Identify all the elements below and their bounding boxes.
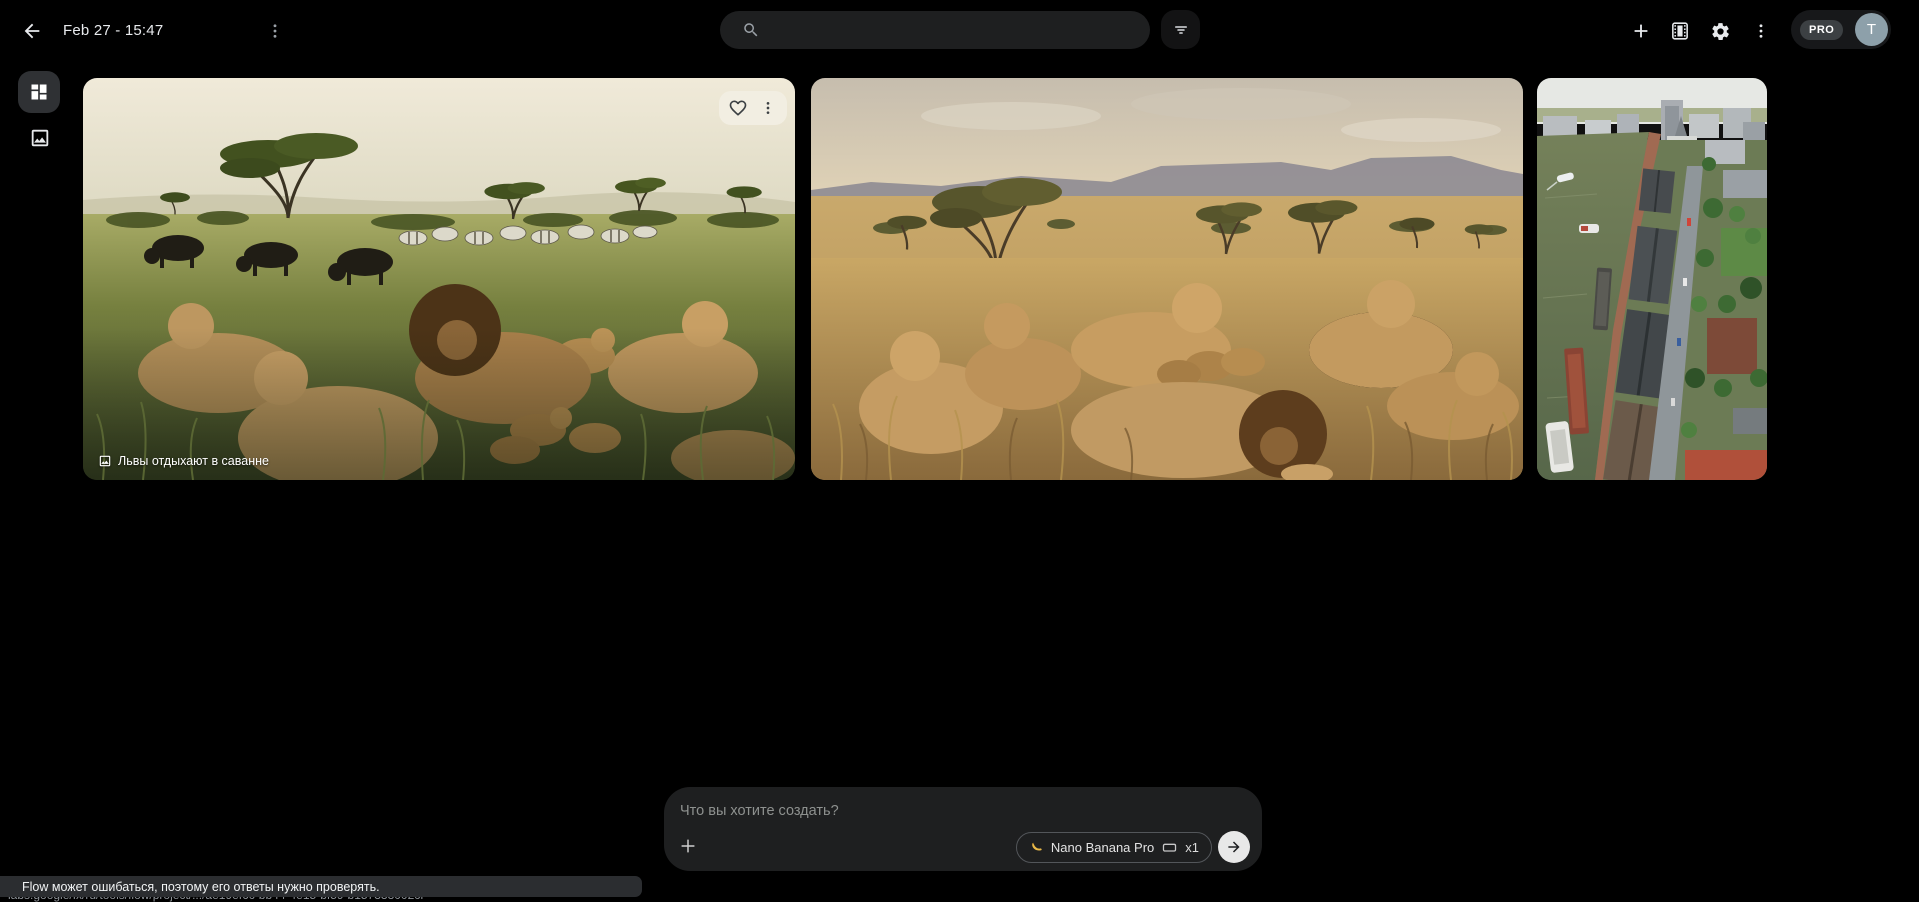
image-icon: [29, 127, 51, 149]
filter-button[interactable]: [1161, 10, 1200, 49]
heart-outline-icon: [728, 98, 748, 118]
back-button[interactable]: [16, 15, 48, 47]
plus-icon: [677, 835, 699, 857]
prompt-input[interactable]: Что вы хотите создать?: [680, 799, 1246, 823]
banana-icon: [1029, 840, 1044, 855]
output-count: x1: [1185, 840, 1199, 855]
gear-icon: [1710, 21, 1731, 42]
search-bar[interactable]: [720, 11, 1150, 49]
card-caption: Львы отдыхают в саванне: [98, 454, 269, 468]
prompt-bar: Что вы хотите создать? Nano Banana Pro x…: [664, 787, 1262, 871]
plus-icon: [1630, 20, 1652, 42]
project-menu-button[interactable]: [259, 15, 291, 47]
card-menu-button[interactable]: [756, 96, 780, 120]
landscape-rectangle-icon: [1161, 839, 1178, 856]
avatar[interactable]: T: [1855, 13, 1888, 46]
search-icon: [742, 21, 760, 39]
sidebar-item-gallery[interactable]: [18, 71, 60, 113]
favorite-button[interactable]: [726, 96, 750, 120]
filmstrip-icon: [1669, 20, 1691, 42]
three-dot-vertical-icon: [266, 22, 284, 40]
overflow-menu-button[interactable]: [1745, 15, 1777, 47]
pro-badge: PRO: [1800, 20, 1843, 40]
arrow-left-icon: [21, 20, 43, 42]
search-input[interactable]: [772, 22, 1136, 38]
sidebar-item-assets[interactable]: [27, 125, 53, 151]
three-dot-vertical-icon: [1752, 22, 1770, 40]
three-dot-vertical-icon: [760, 100, 776, 116]
model-label: Nano Banana Pro: [1051, 840, 1154, 855]
dashboard-grid-icon: [29, 82, 49, 102]
green-savanna-lions-image: [83, 78, 795, 480]
scenebuilder-button[interactable]: [1664, 15, 1696, 47]
asset-card-lions-green-savanna[interactable]: Львы отдыхают в саванне: [83, 78, 795, 480]
disclaimer-text: Flow может ошибаться, поэтому его ответы…: [22, 880, 380, 894]
aerial-river-city-image: [1537, 78, 1767, 480]
asset-card-lions-golden-savanna[interactable]: [811, 78, 1523, 480]
project-title: Feb 27 - 15:47: [63, 22, 163, 39]
model-selector-chip[interactable]: Nano Banana Pro x1: [1016, 832, 1212, 863]
arrow-right-icon: [1225, 838, 1243, 856]
image-icon: [98, 454, 112, 468]
golden-savanna-lions-image: [811, 78, 1523, 480]
filter-lines-icon: [1172, 21, 1190, 39]
account-pill[interactable]: PRO T: [1791, 10, 1891, 49]
send-button[interactable]: [1218, 831, 1250, 863]
card-caption-text: Львы отдыхают в саванне: [118, 454, 269, 468]
asset-card-aerial-river-city[interactable]: [1537, 78, 1767, 480]
card-hover-actions: [719, 91, 787, 125]
new-project-button[interactable]: [1625, 15, 1657, 47]
flow-app: Feb 27 - 15:47: [0, 0, 1919, 902]
add-attachment-button[interactable]: [674, 832, 702, 860]
settings-button[interactable]: [1704, 15, 1736, 47]
disclaimer-bar: Flow может ошибаться, поэтому его ответы…: [0, 876, 642, 897]
